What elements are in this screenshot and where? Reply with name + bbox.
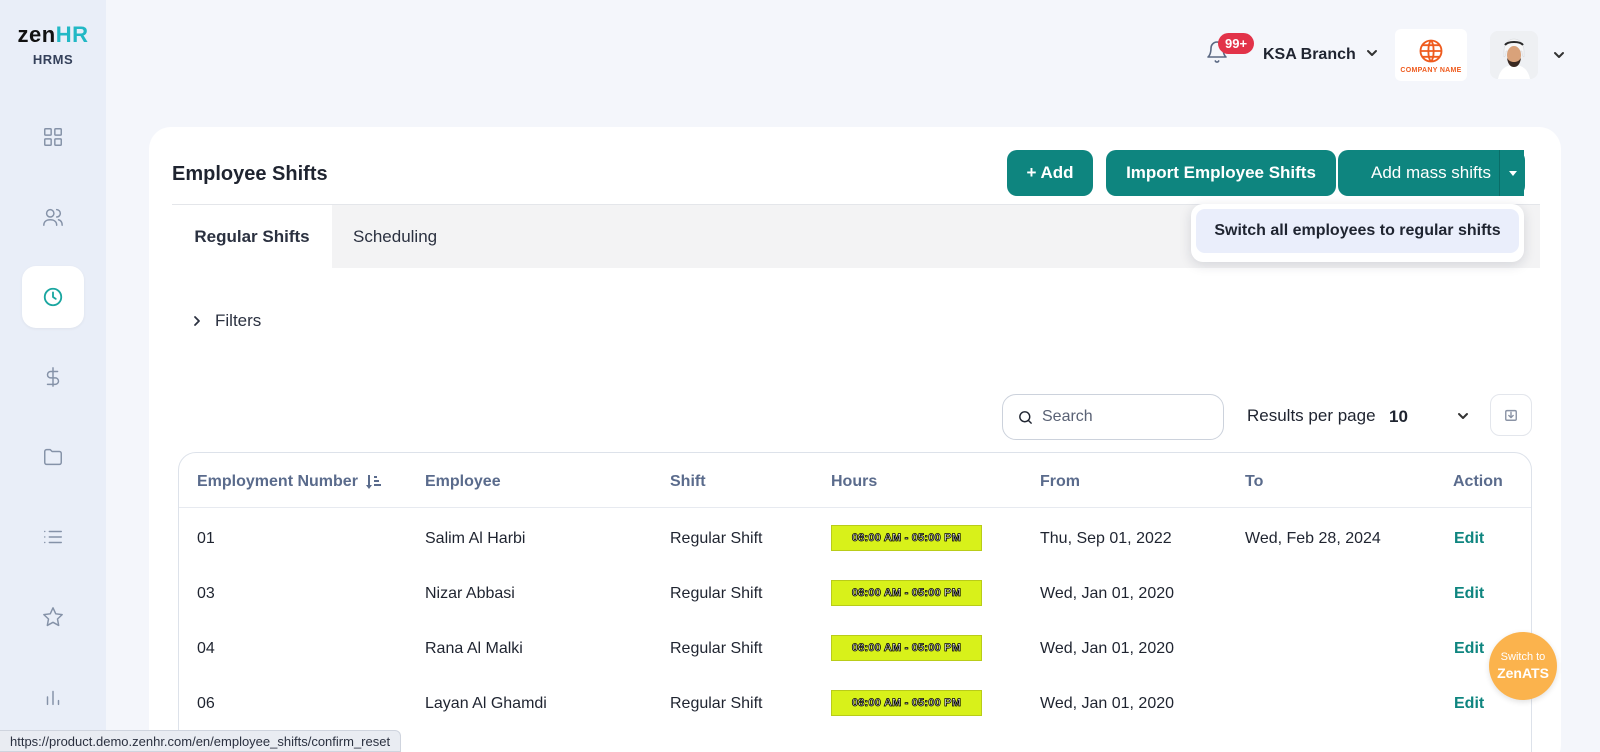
hours-badge: 08:00 AM - 05:00 PM bbox=[831, 690, 982, 716]
column-header-from: From bbox=[1040, 473, 1080, 490]
tab-scheduling[interactable]: Scheduling bbox=[353, 205, 437, 269]
table-row: 06 Layan Al Ghamdi Regular Shift 08:00 A… bbox=[0, 679, 1600, 733]
filters-toggle[interactable]: Filters bbox=[191, 311, 261, 331]
shift-cell: Regular Shift bbox=[670, 695, 763, 712]
shift-cell: Regular Shift bbox=[670, 585, 763, 602]
table-row: 03 Nizar Abbasi Regular Shift 08:00 AM -… bbox=[0, 569, 1600, 623]
fab-line2: ZenATS bbox=[1497, 665, 1549, 681]
from-cell: Wed, Jan 01, 2020 bbox=[1040, 585, 1175, 602]
fab-line1: Switch to bbox=[1500, 651, 1546, 663]
sidebar-item-time[interactable] bbox=[22, 266, 84, 328]
search-box[interactable] bbox=[1002, 394, 1224, 440]
company-logo[interactable]: COMPANY NAME bbox=[1395, 29, 1467, 81]
logo-mark: zenHR bbox=[17, 22, 89, 47]
column-header-action: Action bbox=[1453, 473, 1503, 490]
user-menu-chevron-icon[interactable] bbox=[1553, 48, 1565, 66]
to-cell: Wed, Feb 28, 2024 bbox=[1245, 530, 1381, 547]
search-input[interactable] bbox=[1042, 408, 1202, 426]
avatar-image bbox=[1490, 31, 1538, 79]
branch-selector[interactable]: KSA Branch bbox=[1263, 46, 1378, 64]
globe-icon bbox=[1419, 39, 1443, 62]
shift-cell: Regular Shift bbox=[670, 530, 763, 547]
employee-cell: Rana Al Malki bbox=[425, 640, 523, 657]
sort-icon[interactable] bbox=[365, 474, 382, 490]
from-cell: Thu, Sep 01, 2022 bbox=[1040, 530, 1172, 547]
app-logo[interactable]: zenHR HRMS bbox=[0, 22, 106, 67]
company-name: COMPANY NAME bbox=[1400, 66, 1462, 74]
results-per-page-select[interactable]: 10 bbox=[1389, 403, 1469, 431]
hours-badge: 08:00 AM - 05:00 PM bbox=[831, 580, 982, 606]
mass-shifts-dropdown-menu: Switch all employees to regular shifts bbox=[1191, 204, 1524, 262]
employee-cell: Nizar Abbasi bbox=[425, 585, 515, 602]
column-header-employee: Employee bbox=[425, 473, 501, 490]
from-cell: Wed, Jan 01, 2020 bbox=[1040, 640, 1175, 657]
chevron-down-icon bbox=[1457, 407, 1469, 427]
users-icon bbox=[43, 208, 63, 226]
mass-shifts-dropdown-toggle[interactable] bbox=[1499, 150, 1525, 196]
filters-label: Filters bbox=[215, 311, 262, 330]
sidebar-item-documents[interactable] bbox=[22, 426, 84, 488]
chevron-down-icon bbox=[1366, 46, 1378, 64]
results-per-page-label: Results per page bbox=[1247, 406, 1376, 425]
results-per-page-value: 10 bbox=[1389, 407, 1408, 426]
table-row: 04 Rana Al Malki Regular Shift 08:00 AM … bbox=[0, 624, 1600, 678]
employment-number-cell: 03 bbox=[197, 585, 215, 602]
employee-cell: Salim Al Harbi bbox=[425, 530, 526, 547]
folder-icon bbox=[44, 448, 62, 466]
import-employee-shifts-button[interactable]: Import Employee Shifts bbox=[1106, 150, 1336, 196]
search-icon bbox=[1019, 410, 1032, 424]
column-header-shift: Shift bbox=[670, 473, 706, 490]
switch-all-to-regular-shifts-item[interactable]: Switch all employees to regular shifts bbox=[1196, 209, 1519, 253]
column-header-to: To bbox=[1245, 473, 1264, 490]
browser-status-url: https://product.demo.zenhr.com/en/employ… bbox=[0, 730, 402, 752]
caret-down-icon bbox=[1508, 171, 1517, 176]
table-row: 01 Salim Al Harbi Regular Shift 08:00 AM… bbox=[0, 514, 1600, 568]
employee-cell: Layan Al Ghamdi bbox=[425, 695, 547, 712]
tab-regular-shifts[interactable]: Regular Shifts bbox=[172, 205, 332, 269]
dollar-icon bbox=[46, 367, 60, 387]
column-header-employment-number[interactable]: Employment Number bbox=[197, 473, 382, 491]
add-mass-shifts-button[interactable]: Add mass shifts bbox=[1338, 150, 1524, 196]
switch-to-zenats-button[interactable]: Switch to ZenATS bbox=[1489, 632, 1557, 700]
column-header-hours: Hours bbox=[831, 473, 878, 490]
edit-link[interactable]: Edit bbox=[1454, 530, 1484, 548]
add-button[interactable]: + Add bbox=[1007, 150, 1093, 196]
edit-link[interactable]: Edit bbox=[1454, 640, 1484, 658]
sidebar-item-dashboard[interactable] bbox=[22, 106, 84, 168]
chevron-right-icon bbox=[194, 316, 200, 326]
hours-badge: 08:00 AM - 05:00 PM bbox=[831, 525, 982, 551]
dashboard-icon bbox=[44, 128, 62, 146]
clock-icon bbox=[43, 287, 63, 307]
edit-link[interactable]: Edit bbox=[1454, 695, 1484, 713]
table-header-divider bbox=[179, 507, 1531, 508]
employment-number-cell: 01 bbox=[197, 530, 215, 547]
download-icon bbox=[1505, 409, 1517, 421]
notifications-badge: 99+ bbox=[1218, 33, 1255, 54]
hours-badge: 08:00 AM - 05:00 PM bbox=[831, 635, 982, 661]
logo-subtitle: HRMS bbox=[32, 52, 74, 67]
page-title: Employee Shifts bbox=[172, 163, 328, 185]
employment-number-cell: 04 bbox=[197, 640, 215, 657]
branch-label: KSA Branch bbox=[1263, 46, 1356, 63]
shift-cell: Regular Shift bbox=[670, 640, 763, 657]
edit-link[interactable]: Edit bbox=[1454, 585, 1484, 603]
user-avatar[interactable] bbox=[1490, 31, 1538, 79]
from-cell: Wed, Jan 01, 2020 bbox=[1040, 695, 1175, 712]
sidebar-item-employees[interactable] bbox=[22, 186, 84, 248]
employment-number-cell: 06 bbox=[197, 695, 215, 712]
sidebar-item-payroll[interactable] bbox=[22, 346, 84, 408]
export-button[interactable] bbox=[1490, 394, 1532, 436]
